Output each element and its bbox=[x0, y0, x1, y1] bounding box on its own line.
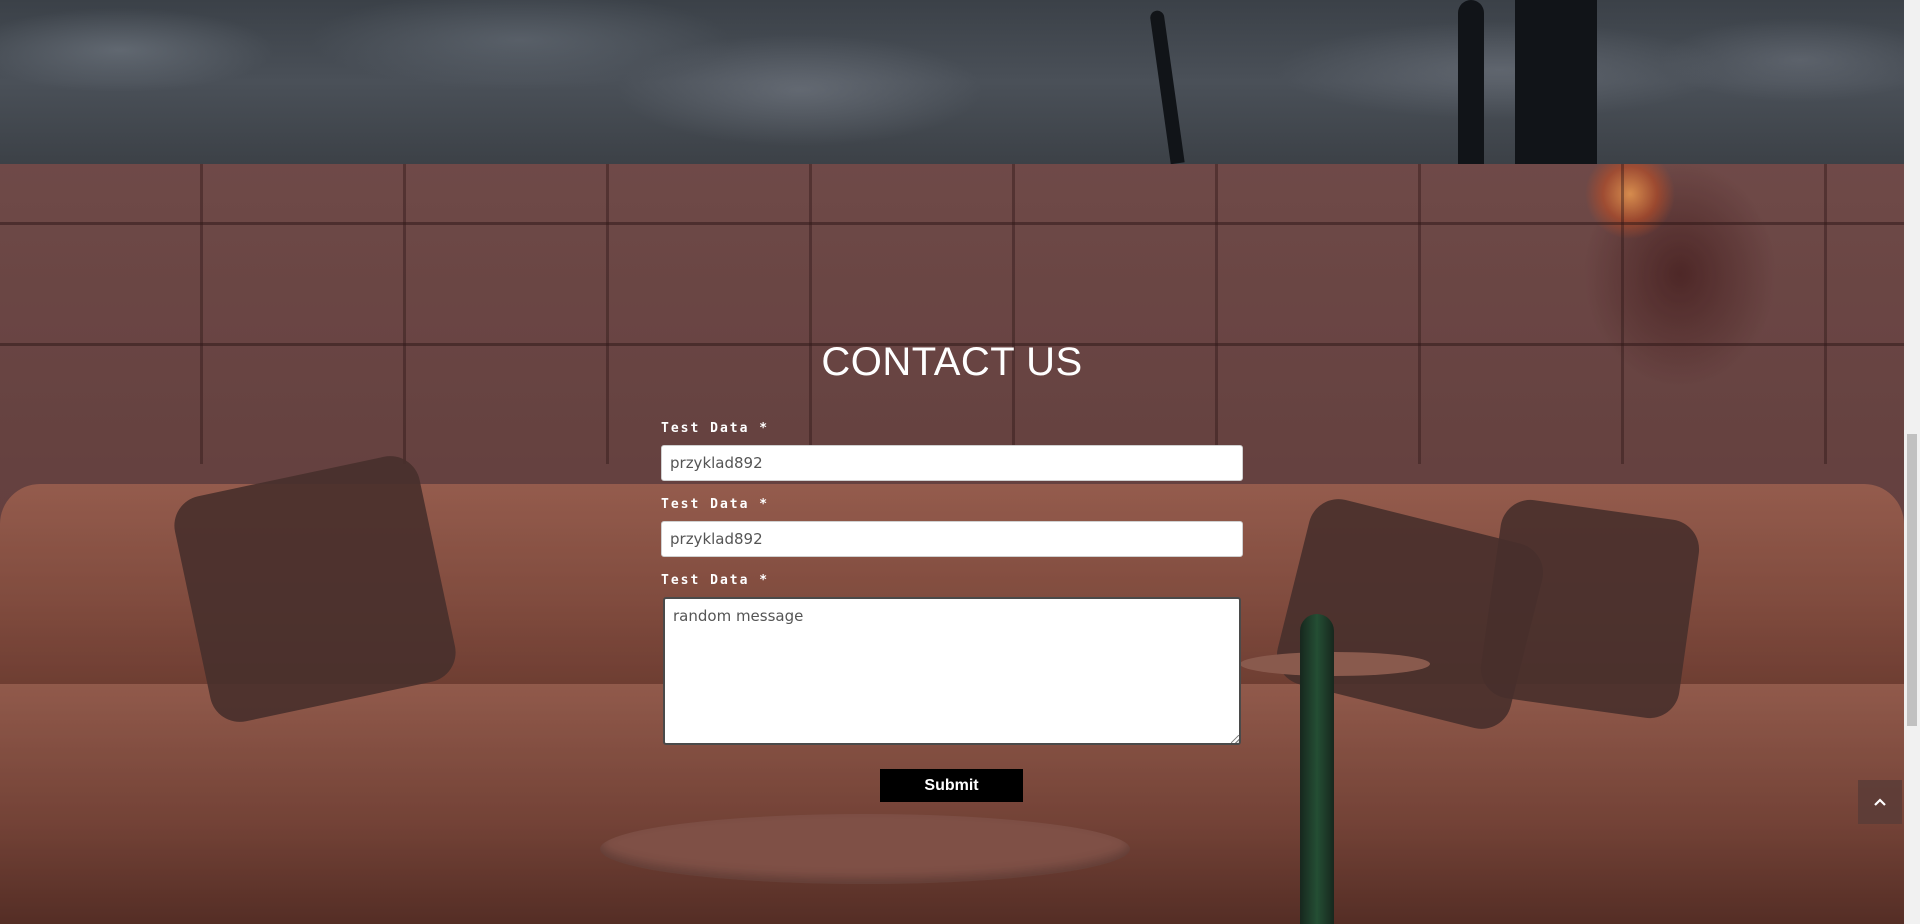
scrollbar-thumb[interactable] bbox=[1907, 434, 1917, 726]
test-data-input-2[interactable] bbox=[661, 521, 1243, 557]
cactus-silhouette bbox=[1458, 0, 1484, 164]
field-label: Test Data * bbox=[661, 421, 770, 436]
field-label: Test Data * bbox=[661, 497, 770, 512]
scrollbar[interactable] bbox=[1904, 0, 1920, 924]
resize-handle-icon[interactable] bbox=[1231, 735, 1239, 743]
contact-section: CONTACT US Test Data * Test Data * Test … bbox=[0, 164, 1904, 924]
submit-button[interactable]: Submit bbox=[880, 769, 1023, 802]
cactus-silhouette bbox=[1515, 0, 1597, 164]
sky-background-image bbox=[0, 0, 1904, 165]
cactus-silhouette bbox=[1149, 9, 1185, 165]
message-textarea[interactable]: random message bbox=[663, 597, 1241, 745]
scroll-to-top-button[interactable] bbox=[1858, 780, 1902, 824]
chevron-up-icon bbox=[1874, 798, 1886, 806]
field-label: Test Data * bbox=[661, 573, 770, 588]
test-data-input-1[interactable] bbox=[661, 445, 1243, 481]
page: CONTACT US Test Data * Test Data * Test … bbox=[0, 0, 1920, 924]
section-title: CONTACT US bbox=[821, 340, 1083, 384]
